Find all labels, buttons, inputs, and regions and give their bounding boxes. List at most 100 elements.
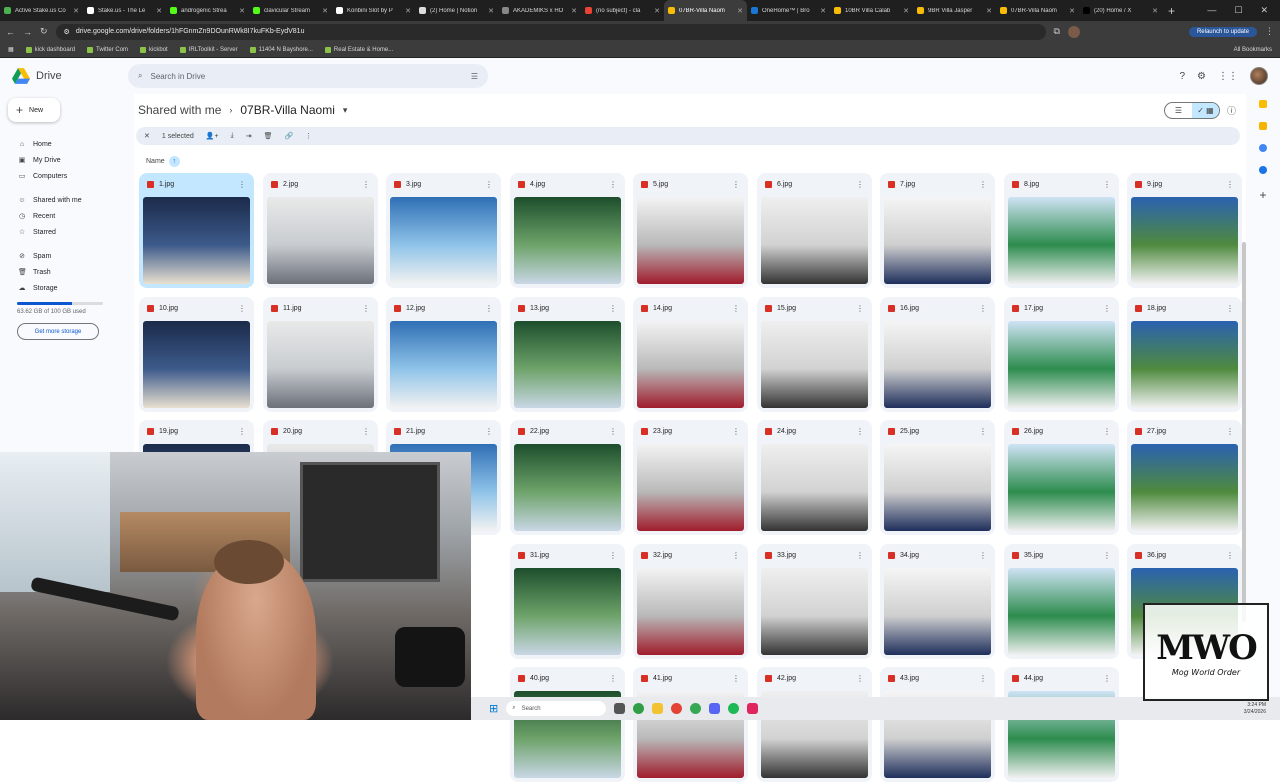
file-card[interactable]: 32.jpg ⋮	[633, 544, 748, 659]
bookmark-item[interactable]: IRLToolkit - Server	[179, 46, 238, 53]
more-options-icon[interactable]: ⋮	[485, 304, 493, 313]
tab-close-icon[interactable]: ✕	[1069, 7, 1075, 15]
file-card[interactable]: 22.jpg ⋮	[510, 420, 625, 535]
more-options-icon[interactable]: ⋮	[979, 551, 987, 560]
file-thumbnail[interactable]	[143, 321, 250, 408]
obs-icon[interactable]	[671, 703, 683, 714]
breadcrumb-current[interactable]: 07BR-Villa Naomi	[240, 103, 334, 117]
sidebar-item-home[interactable]: ⌂ Home	[0, 136, 134, 152]
file-thumbnail[interactable]	[1008, 197, 1115, 284]
more-actions-icon[interactable]: ⋮	[305, 132, 312, 140]
chevron-down-icon[interactable]: ▾	[343, 105, 348, 116]
minimize-icon[interactable]: —	[1207, 5, 1216, 16]
sidebar-item-recent[interactable]: ◷ Recent	[0, 208, 134, 224]
file-card[interactable]: 5.jpg ⋮	[633, 173, 748, 288]
bookmark-item[interactable]: Twitter Com	[87, 46, 128, 53]
site-info-icon[interactable]: ⚙	[64, 28, 70, 36]
info-icon[interactable]: ⓘ	[1227, 104, 1236, 117]
more-options-icon[interactable]: ⋮	[856, 427, 864, 436]
copy-link-icon[interactable]: 🔗	[284, 132, 293, 140]
sidebar-item-trash[interactable]: 🗑 Trash	[0, 264, 134, 280]
file-card[interactable]: 17.jpg ⋮	[1004, 297, 1119, 412]
file-card[interactable]: 11.jpg ⋮	[263, 297, 378, 412]
app-icon[interactable]	[747, 703, 759, 714]
edge-icon[interactable]	[633, 703, 645, 714]
get-more-storage-button[interactable]: Get more storage	[17, 323, 99, 340]
file-thumbnail[interactable]	[1008, 444, 1115, 531]
more-options-icon[interactable]: ⋮	[1103, 551, 1111, 560]
more-options-icon[interactable]: ⋮	[732, 304, 740, 313]
file-thumbnail[interactable]	[1008, 568, 1115, 655]
file-card[interactable]: 35.jpg ⋮	[1004, 544, 1119, 659]
more-options-icon[interactable]: ⋮	[979, 180, 987, 189]
more-options-icon[interactable]: ⋮	[979, 674, 987, 683]
tab-close-icon[interactable]: ✕	[488, 7, 494, 15]
browser-tab[interactable]: (20) Home / X ✕	[1079, 0, 1162, 21]
file-thumbnail[interactable]	[514, 568, 621, 655]
file-card[interactable]: 34.jpg ⋮	[880, 544, 995, 659]
file-card[interactable]: 40.jpg ⋮	[510, 667, 625, 782]
file-card[interactable]: 41.jpg ⋮	[633, 667, 748, 782]
browser-tab[interactable]: (no subject) - cla ✕	[581, 0, 664, 21]
file-thumbnail[interactable]	[390, 197, 497, 284]
more-options-icon[interactable]: ⋮	[856, 304, 864, 313]
apps-grid-icon[interactable]: ⋮⋮	[1218, 71, 1238, 82]
more-options-icon[interactable]: ⋮	[609, 551, 617, 560]
file-thumbnail[interactable]	[1131, 321, 1238, 408]
file-thumbnail[interactable]	[267, 197, 374, 284]
more-options-icon[interactable]: ⋮	[609, 180, 617, 189]
more-options-icon[interactable]: ⋮	[238, 427, 246, 436]
sidebar-item-shared-with-me[interactable]: ☺ Shared with me	[0, 192, 134, 208]
file-card[interactable]: 14.jpg ⋮	[633, 297, 748, 412]
clock[interactable]: 3:24 PM 3/24/2026	[1244, 702, 1280, 716]
calendar-icon[interactable]	[1259, 100, 1267, 108]
file-card[interactable]: 3.jpg ⋮	[386, 173, 501, 288]
more-options-icon[interactable]: ⋮	[609, 427, 617, 436]
more-options-icon[interactable]: ⋮	[856, 180, 864, 189]
file-thumbnail[interactable]	[884, 321, 991, 408]
file-thumbnail[interactable]	[514, 197, 621, 284]
more-options-icon[interactable]: ⋮	[485, 180, 493, 189]
more-options-icon[interactable]: ⋮	[362, 427, 370, 436]
more-options-icon[interactable]: ⋮	[1226, 551, 1234, 560]
add-addon-icon[interactable]: +	[1259, 188, 1266, 202]
browser-tab[interactable]: Konbini Slot by P ✕	[332, 0, 415, 21]
browser-tab[interactable]: androgenic Strea ✕	[166, 0, 249, 21]
browser-tab[interactable]: clavicular Stream ✕	[249, 0, 332, 21]
sidebar-item-spam[interactable]: ⊘ Spam	[0, 248, 134, 264]
file-thumbnail[interactable]	[884, 568, 991, 655]
more-options-icon[interactable]: ⋮	[1103, 674, 1111, 683]
settings-gear-icon[interactable]: ⚙	[1197, 71, 1206, 82]
file-thumbnail[interactable]	[267, 321, 374, 408]
tab-close-icon[interactable]: ✕	[654, 7, 660, 15]
file-card[interactable]: 23.jpg ⋮	[633, 420, 748, 535]
sidebar-item-computers[interactable]: ▭ Computers	[0, 168, 134, 184]
trash-icon[interactable]: 🗑	[264, 132, 273, 140]
sidebar-item-storage[interactable]: ☁ Storage	[0, 280, 134, 296]
arrow-up-icon[interactable]: ↑	[168, 156, 180, 167]
file-card[interactable]: 44.jpg ⋮	[1004, 667, 1119, 782]
browser-tab[interactable]: Active Stake.us Co ✕	[0, 0, 83, 21]
file-thumbnail[interactable]	[637, 321, 744, 408]
file-card[interactable]: 43.jpg ⋮	[880, 667, 995, 782]
discord-icon[interactable]	[709, 703, 721, 714]
file-card[interactable]: 24.jpg ⋮	[757, 420, 872, 535]
breadcrumb-parent[interactable]: Shared with me	[138, 103, 221, 117]
file-card[interactable]: 33.jpg ⋮	[757, 544, 872, 659]
close-window-icon[interactable]: ✕	[1260, 5, 1268, 16]
more-options-icon[interactable]: ⋮	[362, 180, 370, 189]
browser-tab[interactable]: Stake.us - The Le ✕	[83, 0, 166, 21]
file-card[interactable]: 25.jpg ⋮	[880, 420, 995, 535]
download-icon[interactable]: ⤓	[231, 132, 234, 140]
spotify-icon[interactable]	[728, 703, 740, 714]
more-options-icon[interactable]: ⋮	[362, 304, 370, 313]
more-options-icon[interactable]: ⋮	[1103, 427, 1111, 436]
search-bar[interactable]: ⌕ Search in Drive ☰	[128, 64, 488, 88]
browser-menu-icon[interactable]: ⋮	[1265, 26, 1274, 37]
account-avatar[interactable]	[1250, 67, 1268, 85]
all-bookmarks-button[interactable]: All Bookmarks	[1234, 47, 1272, 53]
tasks-icon[interactable]	[1259, 144, 1267, 152]
file-thumbnail[interactable]	[884, 444, 991, 531]
file-thumbnail[interactable]	[637, 444, 744, 531]
bookmark-item[interactable]: kick dashboard	[25, 46, 75, 53]
